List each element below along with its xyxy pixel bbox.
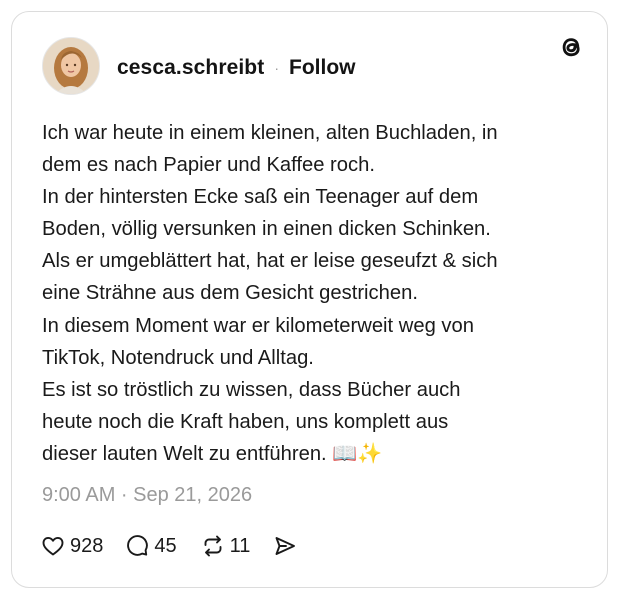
post-text-line: In der hintersten Ecke saß ein Teenager …	[42, 186, 479, 209]
threads-logo-icon[interactable]	[556, 32, 586, 62]
post-text-line: dieser lauten Welt zu entführen. 📖✨	[42, 442, 383, 465]
heart-icon	[42, 536, 64, 556]
post-text-line: dem es nach Papier und Kaffee roch.	[42, 154, 375, 177]
send-icon	[275, 537, 296, 555]
share-button[interactable]	[272, 533, 298, 559]
follow-button[interactable]: Follow	[289, 56, 356, 80]
username[interactable]: cesca.schreibt	[117, 56, 264, 80]
repost-count: 11	[229, 534, 251, 557]
post-text-line: heute noch die Kraft haben, uns komplett…	[42, 410, 449, 433]
like-button[interactable]: 928	[40, 533, 103, 559]
post-text-line: Es ist so tröstlich zu wissen, dass Büch…	[42, 378, 461, 401]
post-text: Ich war heute in einem kleinen, alten Bu…	[42, 117, 587, 470]
avatar[interactable]	[42, 37, 100, 95]
post-text-line: In diesem Moment war er kilometerweit we…	[42, 314, 474, 337]
like-count: 928	[70, 534, 104, 557]
reply-button[interactable]: 45	[124, 533, 177, 559]
repost-button[interactable]: 11	[200, 533, 251, 559]
post-text-line: TikTok, Notendruck und Alltag.	[42, 346, 314, 369]
separator-dot: ·	[274, 60, 279, 76]
post-text-line: Boden, völlig versunken in einen dicken …	[42, 218, 491, 241]
comment-icon	[127, 535, 149, 556]
post-text-line: eine Strähne aus dem Gesicht gestrichen.	[42, 282, 418, 305]
action-bar: 928 45 11	[40, 533, 298, 559]
post-text-line: Als er umgeblättert hat, hat er leise ge…	[42, 250, 498, 273]
post-header: cesca.schreibt · Follow	[117, 56, 356, 80]
post-text-line: Ich war heute in einem kleinen, alten Bu…	[42, 122, 498, 144]
avatar-image	[43, 38, 99, 94]
repost-icon	[204, 535, 222, 557]
reply-count: 45	[154, 534, 177, 557]
post-card: cesca.schreibt · Follow Ich war heute in…	[11, 11, 608, 588]
post-timestamp[interactable]: 9:00 AM · Sep 21, 2026	[42, 484, 252, 507]
